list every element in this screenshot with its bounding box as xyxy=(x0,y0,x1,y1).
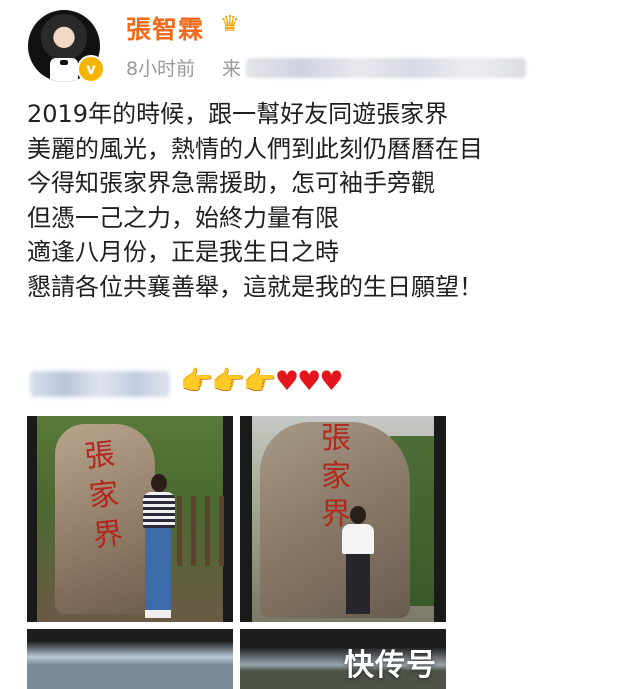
post-time: 8小时前 xyxy=(126,58,196,80)
photo-3[interactable] xyxy=(27,629,233,689)
watermark: 快传号 xyxy=(344,648,437,683)
heart-icon: ♥ xyxy=(319,366,343,397)
person-head xyxy=(151,474,167,492)
heart-icon: ♥ xyxy=(274,366,299,397)
pointing-hand-icon: 👉 xyxy=(180,366,214,397)
photo-2[interactable]: 張家界 xyxy=(240,416,446,622)
person-shirt xyxy=(342,524,374,554)
person-head xyxy=(350,506,366,524)
person-shoes xyxy=(145,610,171,618)
post-line: 今得知張家界急需援助，怎可袖手旁觀 xyxy=(27,169,435,197)
heart-icon: ♥ xyxy=(297,366,321,397)
pointing-hand-icon: 👉 xyxy=(211,366,246,397)
railing xyxy=(177,496,227,566)
post-line: 適逢八月份，正是我生日之時 xyxy=(27,238,339,266)
photo-background xyxy=(27,629,233,689)
post-line: 懇請各位共襄善舉，這就是我的生日願望！ xyxy=(27,272,483,301)
person xyxy=(338,506,378,616)
post-line: 但憑一己之力，始終力量有限 xyxy=(27,203,339,232)
photo-1[interactable]: 張家界 xyxy=(27,416,233,622)
post-text: 2019年的時候，跟一幫好友同遊張家界 美麗的風光，熱情的人們到此刻仍曆曆在目 … xyxy=(27,97,483,304)
crown-icon: ♛ xyxy=(220,12,240,37)
blurred-source xyxy=(246,58,526,78)
person-jeans xyxy=(145,528,171,612)
post-line: 2019年的時候，跟一幫好友同遊張家界 xyxy=(27,100,449,128)
verified-badge-icon: v xyxy=(77,55,105,83)
username[interactable]: 張智霖 xyxy=(126,10,204,46)
person-pants xyxy=(346,554,370,614)
person xyxy=(139,474,177,622)
avatar-bowtie xyxy=(60,60,68,65)
blurred-link[interactable] xyxy=(30,371,170,397)
post-line: 美麗的風光，熱情的人們到此刻仍曆曆在目 xyxy=(27,134,483,163)
pointing-hand-icon: 👉 xyxy=(243,366,277,397)
person-shirt xyxy=(143,492,175,528)
source-label: 来 xyxy=(222,58,242,80)
emoji-row: 👉👉👉♥♥♥ xyxy=(180,366,344,398)
